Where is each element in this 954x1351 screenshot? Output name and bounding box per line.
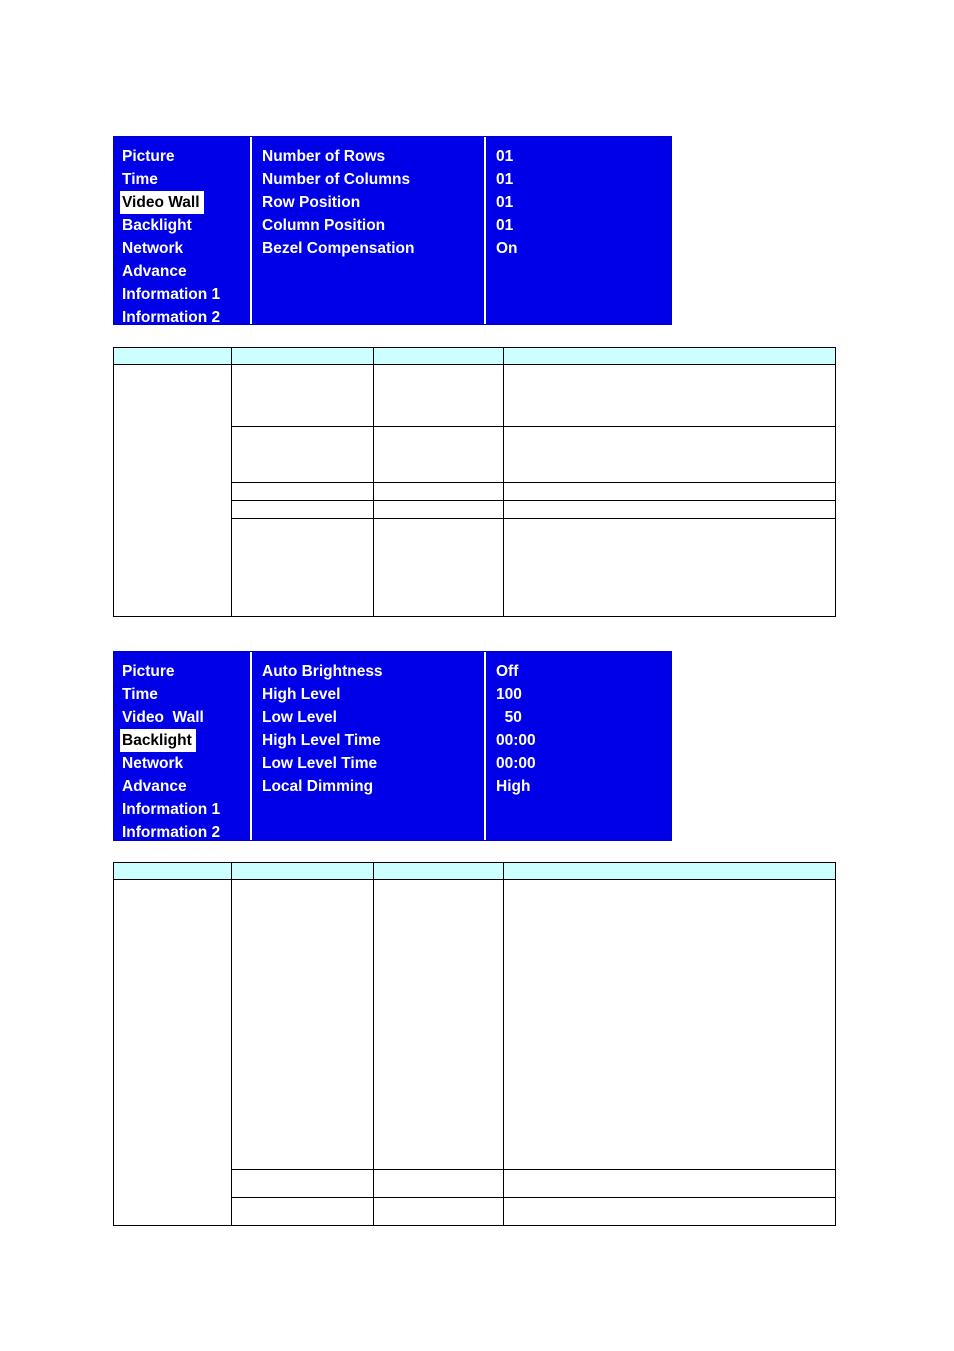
- setting-value-column-position[interactable]: 01: [496, 214, 671, 237]
- table-cell: [373, 518, 504, 617]
- osd-settings-label-column: Auto Brightness High Level Low Level Hig…: [252, 652, 486, 840]
- sidebar-item-information-2[interactable]: Information 2: [122, 821, 250, 844]
- table-cell: [231, 482, 374, 501]
- backlight-description-table: [113, 862, 836, 1226]
- table-cell: [373, 482, 504, 501]
- table-cell: [503, 426, 836, 483]
- table-cell: [231, 518, 374, 617]
- table-cell: [373, 364, 504, 427]
- setting-label-column-position[interactable]: Column Position: [262, 214, 484, 237]
- table-cell: [231, 1169, 374, 1198]
- table-cell: [231, 1197, 374, 1226]
- video-wall-description-table: [113, 347, 836, 617]
- setting-value-row-position[interactable]: 01: [496, 191, 671, 214]
- setting-label-bezel-compensation[interactable]: Bezel Compensation: [262, 237, 484, 260]
- table-cell: [373, 1197, 504, 1226]
- setting-value-low-level-time[interactable]: 00:00: [496, 752, 671, 775]
- sidebar-item-picture[interactable]: Picture: [122, 660, 250, 683]
- table-row: [113, 879, 836, 1226]
- osd-panel-backlight: Picture Time Video Wall Backlight Networ…: [113, 651, 672, 841]
- table-cell: [503, 1197, 836, 1226]
- setting-value-high-level-time[interactable]: 00:00: [496, 729, 671, 752]
- osd-menu-column: Picture Time Video Wall Backlight Networ…: [114, 137, 252, 326]
- setting-label-auto-brightness[interactable]: Auto Brightness: [262, 660, 484, 683]
- table-cell: [113, 364, 232, 617]
- table-cell: [503, 879, 836, 1170]
- osd-settings-value-column: 01 01 01 01 On: [486, 137, 671, 324]
- table-header-cell: [373, 347, 504, 365]
- sidebar-item-time[interactable]: Time: [122, 168, 250, 191]
- setting-value-high-level[interactable]: 100: [496, 683, 671, 706]
- sidebar-item-advance[interactable]: Advance: [122, 775, 250, 798]
- setting-value-number-of-rows[interactable]: 01: [496, 145, 671, 168]
- table-header-cell: [503, 347, 836, 365]
- table-cell: [503, 482, 836, 501]
- osd-settings-value-column: Off 100 50 00:00 00:00 High: [486, 652, 671, 840]
- table-header-cell: [231, 862, 374, 880]
- osd-menu-column: Picture Time Video Wall Backlight Networ…: [114, 652, 252, 841]
- table-header-cell: [113, 347, 232, 365]
- table-header-cell: [113, 862, 232, 880]
- setting-value-number-of-columns[interactable]: 01: [496, 168, 671, 191]
- sidebar-item-video-wall[interactable]: Video Wall: [120, 191, 250, 214]
- setting-value-local-dimming[interactable]: High: [496, 775, 671, 798]
- table-cell: [373, 426, 504, 483]
- table-cell: [373, 500, 504, 519]
- setting-label-low-level[interactable]: Low Level: [262, 706, 484, 729]
- sidebar-item-information-1[interactable]: Information 1: [122, 283, 250, 306]
- sidebar-item-time[interactable]: Time: [122, 683, 250, 706]
- setting-label-high-level[interactable]: High Level: [262, 683, 484, 706]
- sidebar-item-information-1[interactable]: Information 1: [122, 798, 250, 821]
- table-header-row: [113, 862, 836, 880]
- table-header-cell: [231, 347, 374, 365]
- table-cell: [231, 500, 374, 519]
- table-cell: [503, 500, 836, 519]
- setting-value-low-level[interactable]: 50: [496, 706, 671, 729]
- table-header-cell: [503, 862, 836, 880]
- sidebar-item-information-2[interactable]: Information 2: [122, 306, 250, 329]
- setting-label-row-position[interactable]: Row Position: [262, 191, 484, 214]
- sidebar-item-network[interactable]: Network: [122, 752, 250, 775]
- table-cell: [503, 1169, 836, 1198]
- sidebar-item-advance[interactable]: Advance: [122, 260, 250, 283]
- table-cell: [231, 426, 374, 483]
- setting-value-auto-brightness[interactable]: Off: [496, 660, 671, 683]
- sidebar-item-picture[interactable]: Picture: [122, 145, 250, 168]
- table-row: [113, 364, 836, 617]
- sidebar-item-network[interactable]: Network: [122, 237, 250, 260]
- setting-label-high-level-time[interactable]: High Level Time: [262, 729, 484, 752]
- table-cell: [113, 879, 232, 1226]
- table-header-row: [113, 347, 836, 365]
- table-cell: [503, 364, 836, 427]
- osd-settings-label-column: Number of Rows Number of Columns Row Pos…: [252, 137, 486, 324]
- setting-label-low-level-time[interactable]: Low Level Time: [262, 752, 484, 775]
- setting-value-bezel-compensation[interactable]: On: [496, 237, 671, 260]
- setting-label-number-of-rows[interactable]: Number of Rows: [262, 145, 484, 168]
- sidebar-item-video-wall[interactable]: Video Wall: [122, 706, 250, 729]
- table-cell: [231, 364, 374, 427]
- table-cell: [231, 879, 374, 1170]
- osd-panel-video-wall: Picture Time Video Wall Backlight Networ…: [113, 136, 672, 326]
- sidebar-item-backlight[interactable]: Backlight: [120, 729, 250, 752]
- table-cell: [373, 879, 504, 1170]
- setting-label-local-dimming[interactable]: Local Dimming: [262, 775, 484, 798]
- table-header-cell: [373, 862, 504, 880]
- setting-label-number-of-columns[interactable]: Number of Columns: [262, 168, 484, 191]
- sidebar-item-backlight[interactable]: Backlight: [122, 214, 250, 237]
- table-cell: [503, 518, 836, 617]
- table-cell: [373, 1169, 504, 1198]
